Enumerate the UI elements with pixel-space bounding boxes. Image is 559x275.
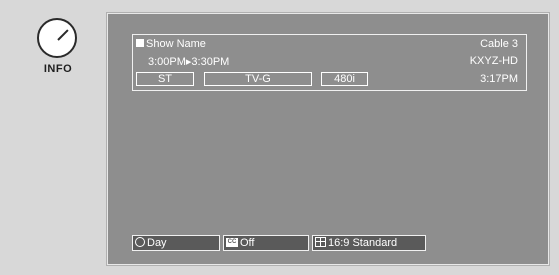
aspect-label: 16:9 Standard [328, 237, 398, 249]
current-time: 3:17PM [480, 73, 518, 85]
show-name: Show Name [136, 38, 206, 50]
aspect-ratio-button[interactable]: 16:9 Standard [312, 235, 426, 251]
info-banner: Show Name Cable 3 3:00PM▸3:30PM KXYZ-HD … [132, 34, 527, 91]
rating-badge: TV-G [204, 72, 312, 86]
knob-pointer [57, 29, 69, 41]
info-button-icon[interactable] [37, 18, 77, 58]
closed-caption-icon: CC [226, 237, 238, 247]
aspect-ratio-icon [315, 237, 326, 248]
audio-mode-badge: ST [136, 72, 194, 86]
day-label: Day [147, 237, 167, 249]
station-label: KXYZ-HD [469, 55, 518, 67]
channel-label: Cable 3 [480, 38, 518, 50]
resolution-badge: 480i [321, 72, 368, 86]
tv-screen: Show Name Cable 3 3:00PM▸3:30PM KXYZ-HD … [107, 13, 549, 265]
show-name-text: Show Name [146, 38, 206, 50]
time-range: 3:00PM▸3:30PM [148, 56, 230, 68]
day-button[interactable]: Day [132, 235, 220, 251]
info-button-label: INFO [43, 63, 73, 75]
square-icon [136, 39, 144, 47]
cc-label: Off [240, 237, 255, 249]
closed-caption-button[interactable]: CC Off [223, 235, 309, 251]
sun-icon [135, 237, 145, 248]
